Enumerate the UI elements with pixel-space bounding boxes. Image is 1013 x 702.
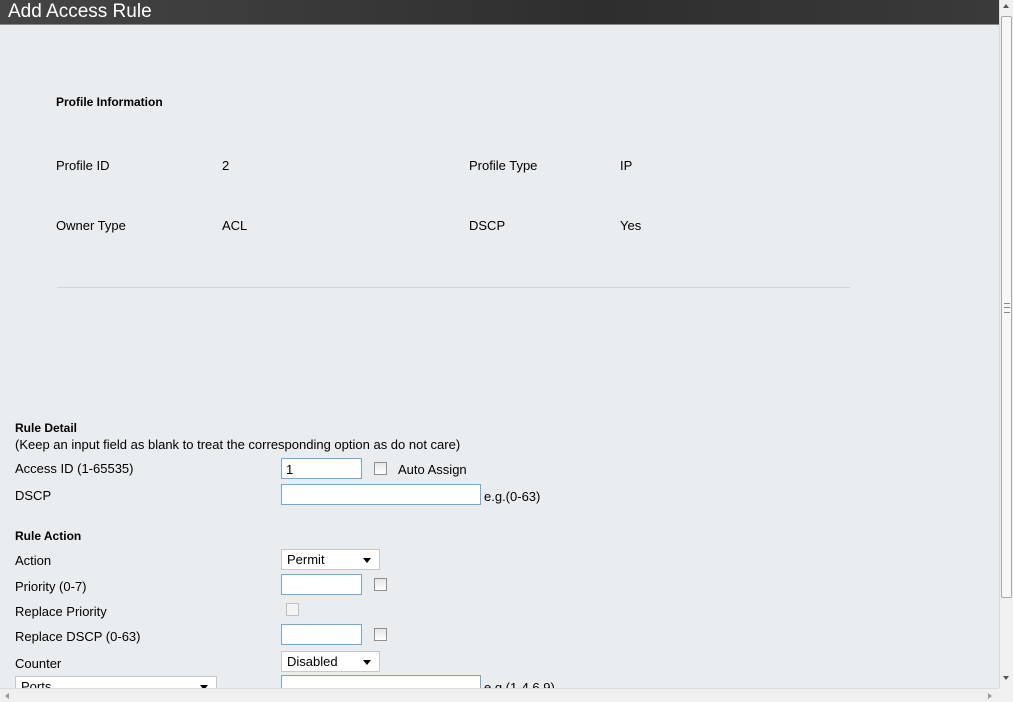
- access-id-input[interactable]: 1: [281, 458, 362, 479]
- page-content: Add Access Rule Profile Information Prof…: [0, 0, 999, 688]
- dscp-label: DSCP: [15, 488, 52, 503]
- rule-action-heading: Rule Action: [15, 529, 82, 543]
- counter-selected-value: Disabled: [287, 654, 338, 669]
- action-select[interactable]: Permit: [281, 549, 380, 570]
- auto-assign-label: Auto Assign: [398, 462, 467, 477]
- scroll-left-arrow-icon[interactable]: [5, 693, 9, 699]
- ports-input[interactable]: [281, 675, 481, 688]
- ports-type-select[interactable]: Ports: [15, 676, 217, 688]
- replace-dscp-input[interactable]: [281, 624, 362, 645]
- profile-information-heading: Profile Information: [56, 95, 163, 109]
- counter-label: Counter: [15, 656, 62, 671]
- vertical-scroll-thumb[interactable]: [1001, 16, 1012, 598]
- counter-select[interactable]: Disabled: [281, 651, 380, 672]
- scroll-right-arrow-icon[interactable]: [988, 693, 992, 699]
- grip-icon: [1004, 303, 1010, 313]
- replace-priority-label: Replace Priority: [15, 604, 107, 619]
- scroll-down-arrow-icon[interactable]: [1003, 676, 1009, 680]
- action-selected-value: Permit: [287, 552, 325, 567]
- auto-assign-checkbox[interactable]: [374, 462, 387, 475]
- profile-id-value: 2: [222, 158, 230, 173]
- replace-priority-checkbox[interactable]: [286, 603, 299, 616]
- ports-hint: e.g.(1-4,6,9): [484, 680, 555, 688]
- dscp-hint: e.g.(0-63): [484, 489, 541, 504]
- profile-type-value: IP: [620, 158, 633, 173]
- owner-type-value: ACL: [222, 218, 248, 233]
- scroll-up-arrow-icon[interactable]: [1003, 4, 1009, 8]
- section-divider: [57, 287, 850, 288]
- horizontal-scrollbar[interactable]: [0, 688, 999, 702]
- profile-type-label: Profile Type: [469, 158, 538, 173]
- replace-dscp-label: Replace DSCP (0-63): [15, 629, 141, 644]
- chevron-down-icon: [363, 660, 371, 665]
- chevron-down-icon: [363, 558, 371, 563]
- priority-label: Priority (0-7): [15, 579, 87, 594]
- owner-type-label: Owner Type: [56, 218, 126, 233]
- priority-input[interactable]: [281, 574, 362, 595]
- title-bar: Add Access Rule: [0, 0, 999, 25]
- priority-checkbox[interactable]: [374, 578, 387, 591]
- vertical-scrollbar[interactable]: [999, 0, 1013, 688]
- scrollbar-corner: [999, 688, 1013, 702]
- rule-detail-note: (Keep an input field as blank to treat t…: [15, 437, 461, 452]
- rule-detail-heading: Rule Detail: [15, 421, 78, 435]
- window-title: Add Access Rule: [8, 1, 152, 22]
- dscp-input[interactable]: [281, 484, 481, 505]
- action-label: Action: [15, 553, 52, 568]
- profile-id-label: Profile ID: [56, 158, 110, 173]
- dscp-info-value: Yes: [620, 218, 642, 233]
- dscp-info-label: DSCP: [469, 218, 506, 233]
- access-id-label: Access ID (1-65535): [15, 461, 134, 476]
- ports-selected-value: Ports: [21, 679, 52, 688]
- replace-dscp-checkbox[interactable]: [374, 628, 387, 641]
